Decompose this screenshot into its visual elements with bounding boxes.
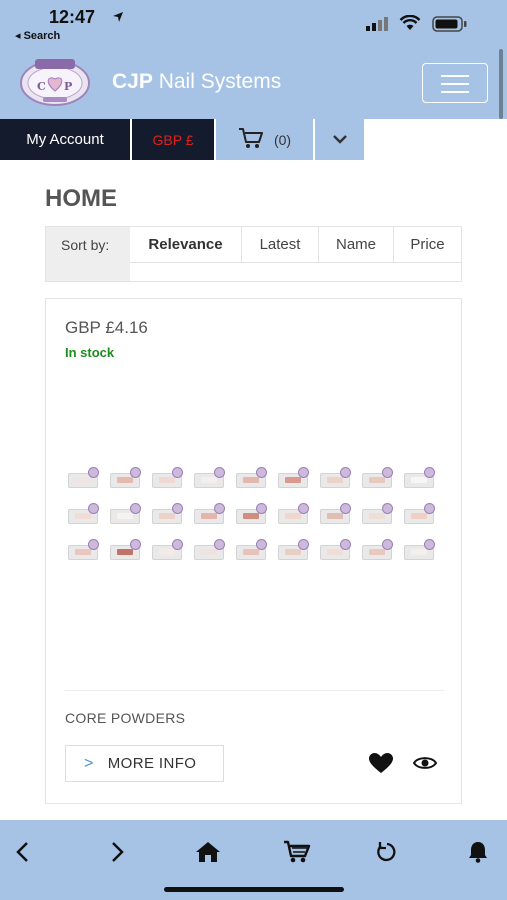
cart-icon[interactable] [277,832,317,872]
powder-swatch [236,539,268,563]
powder-swatch [362,539,394,563]
powder-swatch [404,467,436,491]
powder-swatch [320,467,352,491]
browser-toolbar [0,820,507,900]
powder-swatch [404,539,436,563]
account-dropdown-button[interactable] [315,119,364,160]
menu-line-icon [441,91,469,93]
chevron-right-icon: > [84,754,94,772]
powder-swatch [362,467,394,491]
sort-bar: Sort by: Relevance Latest Name Price [45,226,462,282]
menu-line-icon [441,75,469,77]
currency-selector[interactable]: GBP £ [132,119,214,160]
powder-swatch [152,539,184,563]
battery-icon [432,16,468,37]
site-logo[interactable]: C P [19,57,91,107]
powder-swatch [404,503,436,527]
card-divider [65,690,444,691]
powder-swatch [194,539,226,563]
brand-name: CJP Nail Systems [112,70,281,94]
scroll-indicator [499,49,503,119]
stock-status: In stock [65,345,115,360]
product-price: GBP £4.16 [65,318,148,337]
status-time: 12:47 [49,7,96,27]
reload-icon[interactable] [367,832,407,872]
svg-text:P: P [64,80,72,93]
sort-option-price[interactable]: Price [394,227,461,263]
sort-option-name[interactable]: Name [319,227,394,263]
account-bar: My Account GBP £ (0) [0,119,507,160]
forward-arrow-icon[interactable] [98,832,138,872]
wishlist-heart-icon[interactable] [369,753,393,779]
home-indicator [164,887,344,892]
bell-icon[interactable] [458,832,498,872]
back-to-search-link[interactable]: ◂ Search [15,29,60,42]
product-name: CORE POWDERS [65,710,186,726]
page-title: HOME [45,185,117,212]
chevron-down-icon [332,131,347,148]
my-account-button[interactable]: My Account [0,119,130,160]
powder-swatch [110,539,142,563]
site-header: C P CJP Nail Systems [0,44,507,119]
powder-swatch [320,539,352,563]
powder-swatch [278,503,310,527]
sort-option-latest[interactable]: Latest [242,227,319,263]
powder-swatch [68,503,100,527]
brand-name-bold: CJP [112,70,153,93]
brand-name-rest: Nail Systems [152,70,282,93]
powder-swatch [194,503,226,527]
cart-button[interactable]: (0) [216,119,313,160]
powder-swatch [68,467,100,491]
powder-swatch [152,467,184,491]
sort-label: Sort by: [46,227,130,281]
back-arrow-icon[interactable] [2,832,42,872]
powder-swatch [236,503,268,527]
powder-swatch [320,503,352,527]
home-icon[interactable] [188,832,228,872]
location-arrow-icon [112,10,124,28]
cart-icon [238,127,264,153]
product-card: GBP £4.16 In stock CORE POWDERS > MORE I… [45,298,462,804]
cart-count: (0) [273,131,292,148]
powder-swatch [278,467,310,491]
powder-swatch [362,503,394,527]
powder-swatch [278,539,310,563]
powder-swatch [68,539,100,563]
sort-option-relevance[interactable]: Relevance [130,227,242,263]
svg-text:C: C [37,80,46,93]
powder-swatch [152,503,184,527]
quick-view-eye-icon[interactable] [412,755,438,776]
more-info-button[interactable]: > MORE INFO [65,745,224,782]
powder-swatch [110,503,142,527]
more-info-label: MORE INFO [107,755,197,772]
ios-status-bar: 12:47 ◂ Search [0,0,507,44]
powder-swatch [194,467,226,491]
product-image[interactable] [68,467,442,571]
menu-line-icon [441,83,469,85]
cellular-signal-icon [366,17,390,36]
wifi-icon [399,14,421,36]
powder-swatch [236,467,268,491]
hamburger-menu-button[interactable] [422,63,488,103]
powder-swatch [110,467,142,491]
